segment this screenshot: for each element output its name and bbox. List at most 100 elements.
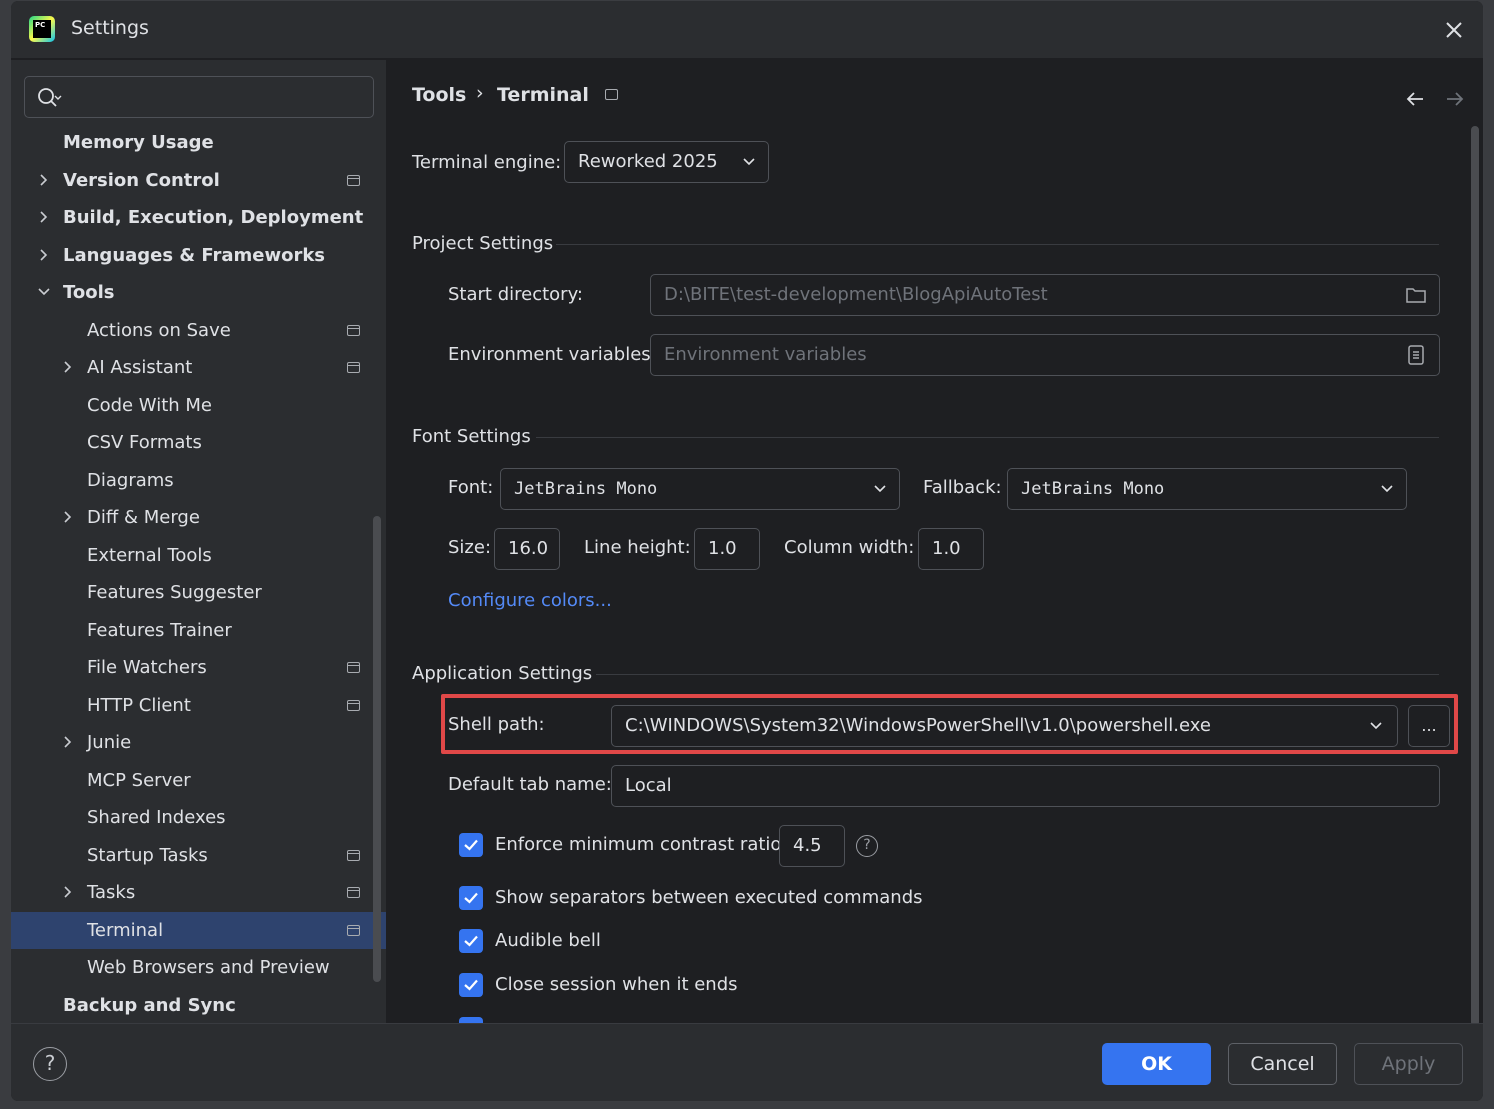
section-divider: [596, 674, 1439, 675]
default-tab-label: Default tab name:: [448, 774, 612, 795]
sidebar-item-diagrams[interactable]: Diagrams: [11, 462, 386, 499]
sidebar-item-terminal[interactable]: Terminal: [11, 911, 386, 949]
sidebar-item-code-with-me[interactable]: Code With Me: [11, 387, 386, 424]
close-session-label: Close session when it ends: [495, 974, 738, 995]
sidebar-item-http-client[interactable]: HTTP Client: [11, 687, 386, 724]
cancel-button[interactable]: Cancel: [1228, 1043, 1337, 1085]
chevron-right-icon[interactable]: [61, 885, 75, 899]
search-input[interactable]: [69, 83, 359, 111]
terminal-engine-select[interactable]: Reworked 2025: [564, 141, 769, 183]
sidebar-item-build-execution-deployment[interactable]: Build, Execution, Deployment: [11, 199, 386, 236]
sidebar-item-features-trainer[interactable]: Features Trainer: [11, 612, 386, 649]
sidebar-item-diff-merge[interactable]: Diff & Merge: [11, 499, 386, 536]
sidebar-scrollbar[interactable]: [373, 516, 381, 982]
sidebar-item-label: Tasks: [87, 882, 136, 903]
chevron-right-icon[interactable]: [61, 360, 75, 374]
sidebar-item-tools[interactable]: Tools: [11, 274, 386, 311]
sidebar-item-external-tools[interactable]: External Tools: [11, 537, 386, 574]
font-select[interactable]: JetBrains Mono: [500, 468, 900, 510]
sidebar-item-csv-formats[interactable]: CSV Formats: [11, 424, 386, 461]
default-tab-field[interactable]: Local: [611, 765, 1440, 807]
settings-search[interactable]: [24, 76, 374, 118]
sidebar-item-label: Backup and Sync: [63, 994, 236, 1016]
breadcrumb-tools[interactable]: Tools: [412, 84, 466, 106]
chevron-down-icon: [1381, 485, 1393, 493]
close-button[interactable]: [1439, 15, 1469, 45]
settings-dialog: PC Settings Memory Usage Version Control B…: [10, 0, 1484, 1102]
pycharm-logo-icon: PC: [29, 16, 55, 42]
dialog-title: Settings: [71, 17, 149, 39]
sidebar-item-backup-and-sync[interactable]: Backup and Sync: [11, 987, 386, 1024]
check-icon: [464, 892, 478, 904]
sidebar-item-shared-indexes[interactable]: Shared Indexes: [11, 799, 386, 836]
check-icon: [464, 935, 478, 947]
help-button[interactable]: ?: [33, 1047, 67, 1081]
project-level-icon: [347, 174, 360, 186]
sidebar-item-file-watchers[interactable]: File Watchers: [11, 649, 386, 686]
sidebar-item-label: Junie: [87, 732, 132, 753]
configure-colors-link[interactable]: Configure colors...: [448, 590, 612, 611]
sidebar-item-label: HTTP Client: [87, 694, 191, 716]
title-bar: PC Settings: [11, 1, 1483, 59]
sidebar-item-mcp-server[interactable]: MCP Server: [11, 762, 386, 799]
content-scrollbar[interactable]: [1471, 126, 1479, 1023]
sidebar-item-label: AI Assistant: [87, 357, 193, 378]
settings-content: Tools › Terminal Terminal engine: Rework…: [388, 60, 1483, 1023]
contrast-checkbox[interactable]: [459, 833, 483, 857]
sidebar-item-web-browsers-and-preview[interactable]: Web Browsers and Preview: [11, 949, 386, 986]
sidebar-item-label: Diff & Merge: [87, 507, 200, 528]
chevron-right-icon[interactable]: [61, 735, 75, 749]
sidebar-item-languages-frameworks[interactable]: Languages & Frameworks: [11, 237, 386, 274]
breadcrumb-separator: ›: [476, 82, 484, 104]
chevron-right-icon[interactable]: [37, 173, 51, 187]
sidebar-item-label: Actions on Save: [87, 319, 231, 341]
size-field[interactable]: 16.0: [494, 528, 560, 570]
application-settings-title: Application Settings: [412, 663, 593, 684]
separators-label: Show separators between executed command…: [495, 887, 923, 908]
project-settings-title: Project Settings: [412, 233, 554, 254]
line-height-field[interactable]: 1.0: [694, 528, 760, 570]
project-level-icon: [347, 324, 360, 336]
audible-bell-checkbox[interactable]: [459, 929, 483, 953]
check-icon: [464, 979, 478, 991]
chevron-right-icon[interactable]: [37, 210, 51, 224]
document-icon[interactable]: [1405, 345, 1427, 365]
folder-icon[interactable]: [1405, 285, 1427, 305]
sidebar-item-startup-tasks[interactable]: Startup Tasks: [11, 837, 386, 874]
sidebar-item-memory-usage[interactable]: Memory Usage: [11, 124, 386, 161]
back-arrow-icon[interactable]: [1404, 88, 1426, 110]
contrast-label: Enforce minimum contrast ratio:: [495, 834, 788, 855]
separators-checkbox[interactable]: [459, 886, 483, 910]
sidebar-item-tasks[interactable]: Tasks: [11, 874, 386, 911]
line-height-label: Line height:: [584, 537, 691, 558]
apply-button[interactable]: Apply: [1354, 1043, 1463, 1085]
sidebar-item-label: Version Control: [63, 169, 220, 191]
sidebar-item-ai-assistant[interactable]: AI Assistant: [11, 349, 386, 386]
shell-path-highlight-box: [441, 694, 1458, 754]
chevron-right-icon[interactable]: [37, 248, 51, 262]
help-icon[interactable]: ?: [856, 835, 878, 857]
ok-button[interactable]: OK: [1102, 1043, 1211, 1085]
sidebar-item-junie[interactable]: Junie: [11, 724, 386, 761]
forward-arrow-icon[interactable]: [1444, 88, 1466, 110]
chevron-down-icon[interactable]: [37, 285, 51, 299]
sidebar-item-actions-on-save[interactable]: Actions on Save: [11, 312, 386, 349]
env-vars-field[interactable]: Environment variables: [650, 334, 1440, 376]
start-directory-field[interactable]: D:\BITE\test-development\BlogApiAutoTest: [650, 274, 1440, 316]
chevron-down-icon: [874, 485, 886, 493]
start-directory-label: Start directory:: [448, 284, 583, 305]
sidebar-item-features-suggester[interactable]: Features Suggester: [11, 574, 386, 611]
contrast-ratio-field[interactable]: 4.5: [779, 825, 845, 867]
check-icon: [464, 839, 478, 851]
fallback-label: Fallback:: [923, 477, 1002, 498]
sidebar-item-label: CSV Formats: [87, 432, 202, 453]
audible-bell-label: Audible bell: [495, 930, 601, 951]
chevron-right-icon[interactable]: [61, 510, 75, 524]
sidebar-item-label: Features Trainer: [87, 619, 232, 641]
close-session-checkbox[interactable]: [459, 973, 483, 997]
sidebar-item-version-control[interactable]: Version Control: [11, 162, 386, 199]
font-value: JetBrains Mono: [514, 479, 658, 499]
env-vars-label: Environment variables:: [448, 344, 657, 365]
fallback-select[interactable]: JetBrains Mono: [1007, 468, 1407, 510]
column-width-field[interactable]: 1.0: [918, 528, 984, 570]
